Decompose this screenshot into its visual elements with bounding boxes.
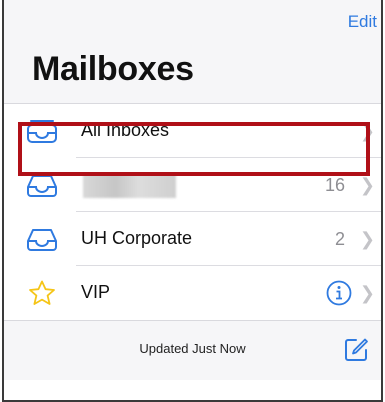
mailbox-label: UH Corporate bbox=[81, 228, 193, 248]
unread-count: 16 bbox=[324, 175, 345, 195]
update-status-text: Updated Just Now bbox=[139, 341, 246, 356]
redacted-account-name bbox=[83, 174, 176, 198]
compose-icon[interactable] bbox=[343, 337, 369, 363]
tray-stack-icon bbox=[27, 120, 57, 143]
chevron-right-icon: ❯ bbox=[359, 175, 375, 195]
mailbox-row-redacted-account[interactable]: 16 ❯ bbox=[4, 158, 381, 212]
tray-icon bbox=[27, 229, 57, 251]
chevron-right-icon: ❯ bbox=[359, 121, 375, 141]
unread-count: 2 bbox=[334, 229, 345, 249]
navigation-bar: Edit Mailboxes bbox=[4, 0, 381, 104]
edit-button[interactable]: Edit bbox=[348, 12, 377, 32]
mailbox-row-uh-corporate[interactable]: UH Corporate 2 ❯ bbox=[4, 212, 381, 266]
tray-icon bbox=[27, 175, 57, 197]
chevron-right-icon: ❯ bbox=[359, 283, 375, 303]
mailbox-list: All Inboxes ❯ 16 ❯ UH Corporate 2 ❯ VIP … bbox=[4, 104, 381, 320]
mailbox-row-vip[interactable]: VIP ❯ bbox=[4, 266, 381, 320]
page-title: Mailboxes bbox=[32, 50, 194, 88]
mail-app-window: Edit Mailboxes All Inboxes ❯ 16 ❯ UH Cor… bbox=[2, 0, 383, 402]
chevron-right-icon: ❯ bbox=[359, 229, 375, 249]
mailbox-row-all-inboxes[interactable]: All Inboxes ❯ bbox=[4, 104, 381, 158]
bottom-toolbar: Updated Just Now bbox=[4, 320, 381, 380]
mailbox-label: VIP bbox=[81, 282, 111, 302]
star-icon bbox=[29, 280, 55, 305]
info-icon[interactable] bbox=[325, 279, 353, 307]
mailbox-label: All Inboxes bbox=[81, 120, 170, 140]
